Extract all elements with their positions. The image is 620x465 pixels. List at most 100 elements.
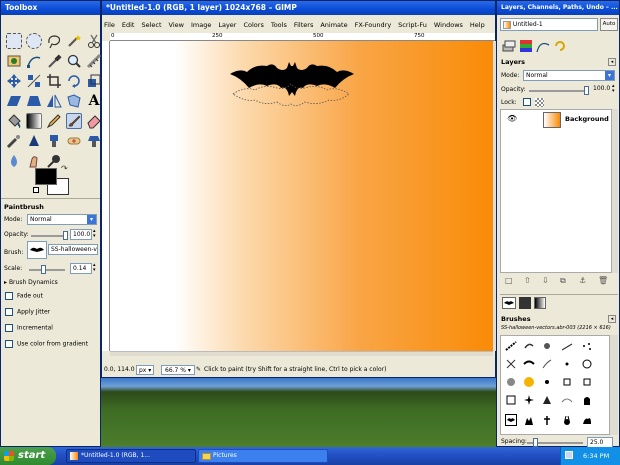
- menu-view[interactable]: View: [169, 21, 184, 29]
- unit-select[interactable]: px ▾: [136, 365, 155, 375]
- patterns-tab-icon[interactable]: [519, 297, 531, 309]
- dodge-burn-tool-icon[interactable]: [46, 153, 62, 169]
- gradients-tab-icon[interactable]: [534, 297, 546, 309]
- eye-icon[interactable]: 👁: [507, 114, 517, 123]
- menu-filters[interactable]: Filters: [294, 21, 313, 29]
- layer-opacity-knob[interactable]: [584, 86, 589, 95]
- start-button[interactable]: start: [0, 447, 56, 465]
- brush-swatch[interactable]: [541, 394, 553, 406]
- brush-swatch[interactable]: [561, 394, 573, 406]
- bucket-fill-tool-icon[interactable]: [6, 113, 22, 129]
- move-tool-icon[interactable]: [6, 73, 22, 89]
- smudge-tool-icon[interactable]: [26, 153, 42, 169]
- blur-tool-icon[interactable]: [6, 153, 22, 169]
- brush-dynamics-expander[interactable]: ▸ Brush Dynamics: [4, 279, 58, 286]
- ink-tool-icon[interactable]: [26, 133, 42, 149]
- foreground-select-tool-icon[interactable]: [6, 53, 22, 69]
- ellipse-select-tool-icon[interactable]: [26, 33, 42, 49]
- delete-layer-icon[interactable]: 🗑: [598, 276, 608, 285]
- menu-colors[interactable]: Colors: [243, 21, 263, 29]
- opacity-field[interactable]: 100.0: [70, 229, 92, 240]
- image-select[interactable]: Untitled-1: [500, 18, 598, 31]
- layer-opacity-value[interactable]: 100.0: [593, 85, 610, 92]
- menu-script-fu[interactable]: Script-Fu: [398, 21, 427, 29]
- brush-swatch[interactable]: [505, 394, 517, 406]
- taskbar-task-gimp[interactable]: *Untitled-1.0 (RGB, 1...: [66, 449, 196, 463]
- menu-file[interactable]: File: [104, 21, 115, 29]
- menu-image[interactable]: Image: [191, 21, 211, 29]
- scale-spin-icon[interactable]: ▴ ▾: [93, 263, 96, 273]
- rect-select-tool-icon[interactable]: [6, 33, 22, 49]
- lock-alpha-icon[interactable]: [535, 98, 544, 107]
- incremental-checkbox[interactable]: Incremental: [5, 324, 53, 332]
- brush-swatch[interactable]: [523, 358, 535, 370]
- horizontal-ruler[interactable]: 0 250 500 750: [110, 33, 495, 41]
- apply-jitter-checkbox[interactable]: Apply Jitter: [5, 308, 50, 316]
- checkbox-box[interactable]: [5, 308, 13, 316]
- opacity-slider-track[interactable]: [31, 235, 65, 237]
- zoom-tool-icon[interactable]: [66, 53, 82, 69]
- duplicate-layer-icon[interactable]: ⧉: [560, 276, 566, 286]
- menu-fx-foundry[interactable]: FX-Foundry: [355, 21, 392, 29]
- mode-select[interactable]: Normal ▾: [27, 214, 97, 225]
- default-colors-icon[interactable]: [33, 187, 39, 193]
- brushes-menu-icon[interactable]: ◂: [608, 315, 616, 323]
- fg-color-swatch[interactable]: [35, 168, 57, 185]
- cage-tool-icon[interactable]: [66, 93, 82, 109]
- brush-swatch[interactable]: [581, 414, 593, 426]
- fade-out-checkbox[interactable]: Fade out: [5, 292, 43, 300]
- scale-slider-track[interactable]: [29, 269, 65, 271]
- menu-animate[interactable]: Animate: [320, 21, 347, 29]
- layers-tab-icon[interactable]: [502, 39, 516, 53]
- new-layer-icon[interactable]: □: [505, 276, 513, 285]
- layers-scrollbar[interactable]: [612, 109, 618, 273]
- layers-menu-icon[interactable]: ◂: [608, 58, 616, 66]
- dock-titlebar[interactable]: Layers, Channels, Paths, Undo – ...: [497, 1, 619, 15]
- layer-opacity-track[interactable]: [529, 90, 587, 92]
- vertical-ruler[interactable]: [102, 41, 110, 351]
- raise-layer-icon[interactable]: ⇧: [524, 276, 531, 285]
- layer-mode-select[interactable]: Normal ▾: [523, 70, 615, 81]
- brushes-tab-icon[interactable]: [502, 297, 516, 309]
- horizontal-scrollbar[interactable]: [110, 351, 493, 356]
- blend-tool-icon[interactable]: [26, 113, 42, 129]
- brush-swatch[interactable]: [581, 394, 593, 406]
- brush-swatch[interactable]: [561, 376, 573, 388]
- menu-edit[interactable]: Edit: [122, 21, 135, 29]
- anchor-layer-icon[interactable]: ⚓: [579, 276, 586, 285]
- opacity-spin-icon[interactable]: ▴ ▾: [93, 229, 96, 239]
- eraser-tool-icon[interactable]: [86, 113, 102, 129]
- brush-swatch[interactable]: [561, 340, 573, 352]
- brush-swatch[interactable]: [581, 358, 593, 370]
- brush-swatch[interactable]: [523, 394, 535, 406]
- flip-tool-icon[interactable]: [46, 93, 62, 109]
- brush-swatch[interactable]: [581, 376, 593, 388]
- rotate-tool-icon[interactable]: [66, 73, 82, 89]
- brush-swatch[interactable]: [541, 414, 553, 426]
- brush-swatch[interactable]: [541, 358, 553, 370]
- paintbrush-tool-icon[interactable]: [66, 113, 82, 129]
- menu-layer[interactable]: Layer: [218, 21, 236, 29]
- brush-swatch[interactable]: [561, 358, 573, 370]
- lock-pixels-checkbox[interactable]: [523, 98, 531, 106]
- brush-swatch[interactable]: [505, 358, 517, 370]
- airbrush-tool-icon[interactable]: [6, 133, 22, 149]
- align-tool-icon[interactable]: [26, 73, 42, 89]
- scale-tool-icon[interactable]: [86, 73, 102, 89]
- scissors-tool-icon[interactable]: [86, 33, 102, 49]
- pencil-tool-icon[interactable]: [46, 113, 62, 129]
- paths-tab-icon[interactable]: [536, 39, 550, 53]
- checkbox-box[interactable]: [5, 340, 13, 348]
- menu-help[interactable]: Help: [470, 21, 485, 29]
- checkbox-box[interactable]: [5, 324, 13, 332]
- auto-button[interactable]: Auto: [600, 18, 618, 31]
- fuzzy-select-tool-icon[interactable]: [66, 33, 82, 49]
- zoom-select[interactable]: 66.7 % ▾: [161, 365, 195, 375]
- image-titlebar[interactable]: *Untitled-1.0 (RGB, 1 layer) 1024x768 – …: [102, 1, 495, 15]
- opacity-slider-knob[interactable]: [63, 231, 68, 240]
- measure-tool-icon[interactable]: [86, 53, 102, 69]
- perspective-tool-icon[interactable]: [26, 93, 42, 109]
- layer-row[interactable]: 👁 Background: [501, 110, 611, 130]
- spacing-knob[interactable]: [533, 438, 538, 447]
- taskbar-task-pictures[interactable]: Pictures: [198, 449, 328, 463]
